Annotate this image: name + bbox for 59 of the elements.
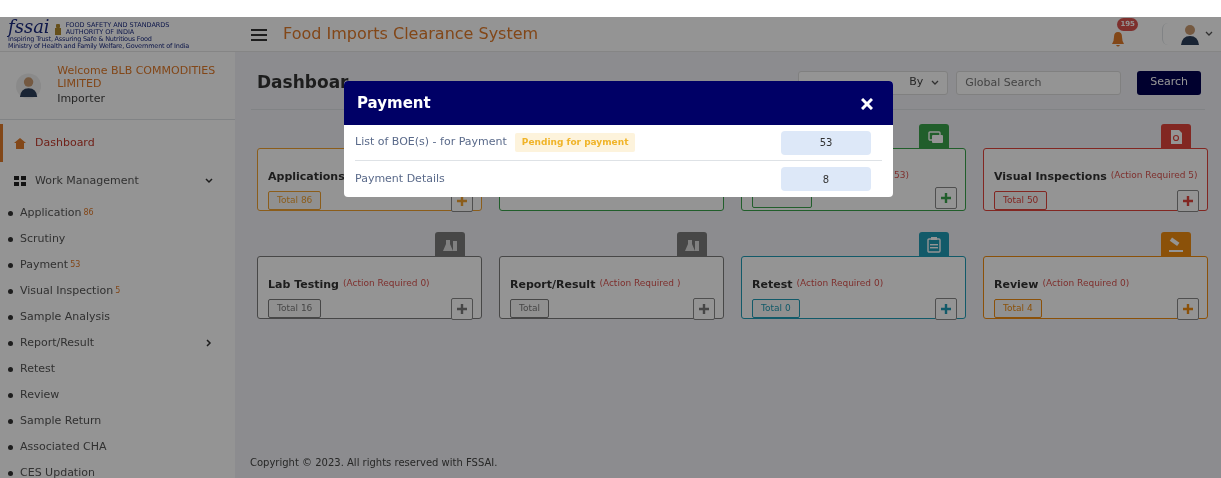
payment-link[interactable]: List of BOE(s) - for Payment	[355, 134, 507, 151]
card-title: Retest	[752, 277, 793, 293]
action-required-text: (Action Required 0)	[796, 277, 884, 290]
total-count: Total 86	[268, 190, 322, 211]
search-field[interactable]: Global Search	[956, 70, 1122, 95]
plus-icon	[699, 303, 709, 314]
total-count: Total 50	[994, 190, 1048, 211]
total-count: Total 0	[752, 298, 800, 319]
plus-icon	[1183, 195, 1193, 206]
sidebar-item[interactable]: Report/Result	[0, 330, 235, 356]
sidebar-item[interactable]: Retest	[0, 356, 235, 382]
sidebar-item[interactable]: Associated CHA	[0, 434, 235, 460]
card-title: Report/Result	[510, 277, 596, 293]
app-title: Food Imports Clearance System	[283, 23, 540, 45]
sidebar-item[interactable]: Sample Analysis	[0, 304, 235, 330]
action-required-text: (Action Required )	[599, 277, 681, 290]
clipboard-icon	[925, 235, 943, 254]
total-count: Total	[510, 298, 550, 319]
card-title: Applications	[268, 169, 345, 185]
dialog-title: Payment	[357, 92, 431, 114]
plus-icon	[457, 303, 467, 314]
home-icon	[14, 137, 26, 149]
plus-icon	[457, 195, 467, 206]
logo-wordmark: fssai	[8, 18, 50, 37]
status-tag: Pending for payment	[514, 132, 636, 153]
page-heading: Dashboar	[256, 70, 350, 94]
action-required-text: (Action Required 0)	[1042, 277, 1130, 290]
sidebar-item[interactable]: Sample Return	[0, 408, 235, 434]
sidebar-item[interactable]: Scrutiny	[0, 226, 235, 252]
plus-icon	[1183, 303, 1193, 314]
plus-icon	[941, 303, 951, 314]
payment-link[interactable]: Payment Details	[355, 170, 445, 188]
gavel-icon	[1167, 235, 1185, 254]
footer-text: Copyright © 2023. All rights reserved with FSSAI.	[250, 456, 498, 470]
plus-icon	[941, 192, 951, 203]
action-required-text: 53)	[894, 169, 909, 182]
count-pill: 53	[781, 130, 871, 155]
total-count: Total 16	[268, 298, 322, 319]
sidebar-item[interactable]: CES Updation	[0, 460, 235, 478]
count-pill: 8	[781, 167, 871, 191]
card-title: Review	[994, 277, 1039, 293]
sidebar-item[interactable]: Review	[0, 382, 235, 408]
welcome-text: Welcome BLB COMMODITIES LIMITED	[57, 63, 217, 91]
caret-icon	[1205, 31, 1213, 37]
avatar-icon	[1179, 23, 1201, 45]
caret-icon	[931, 79, 940, 86]
action-required-text: (Action Required 5)	[1110, 169, 1198, 182]
total-count: Total 4	[994, 298, 1042, 319]
emblem-icon	[53, 24, 62, 37]
card-title: Lab Testing	[268, 277, 339, 293]
menu-icon	[251, 27, 267, 42]
profile-button[interactable]	[1162, 23, 1213, 45]
grid-icon	[14, 176, 26, 186]
sidebar-item[interactable]: Work Management	[0, 162, 235, 200]
card-title: Visual Inspections	[994, 169, 1107, 185]
user-role: Importer	[57, 91, 106, 107]
close-icon	[861, 97, 873, 110]
action-required-text: (Action Required 0)	[342, 277, 430, 290]
search-button[interactable]: Search	[1137, 70, 1201, 95]
